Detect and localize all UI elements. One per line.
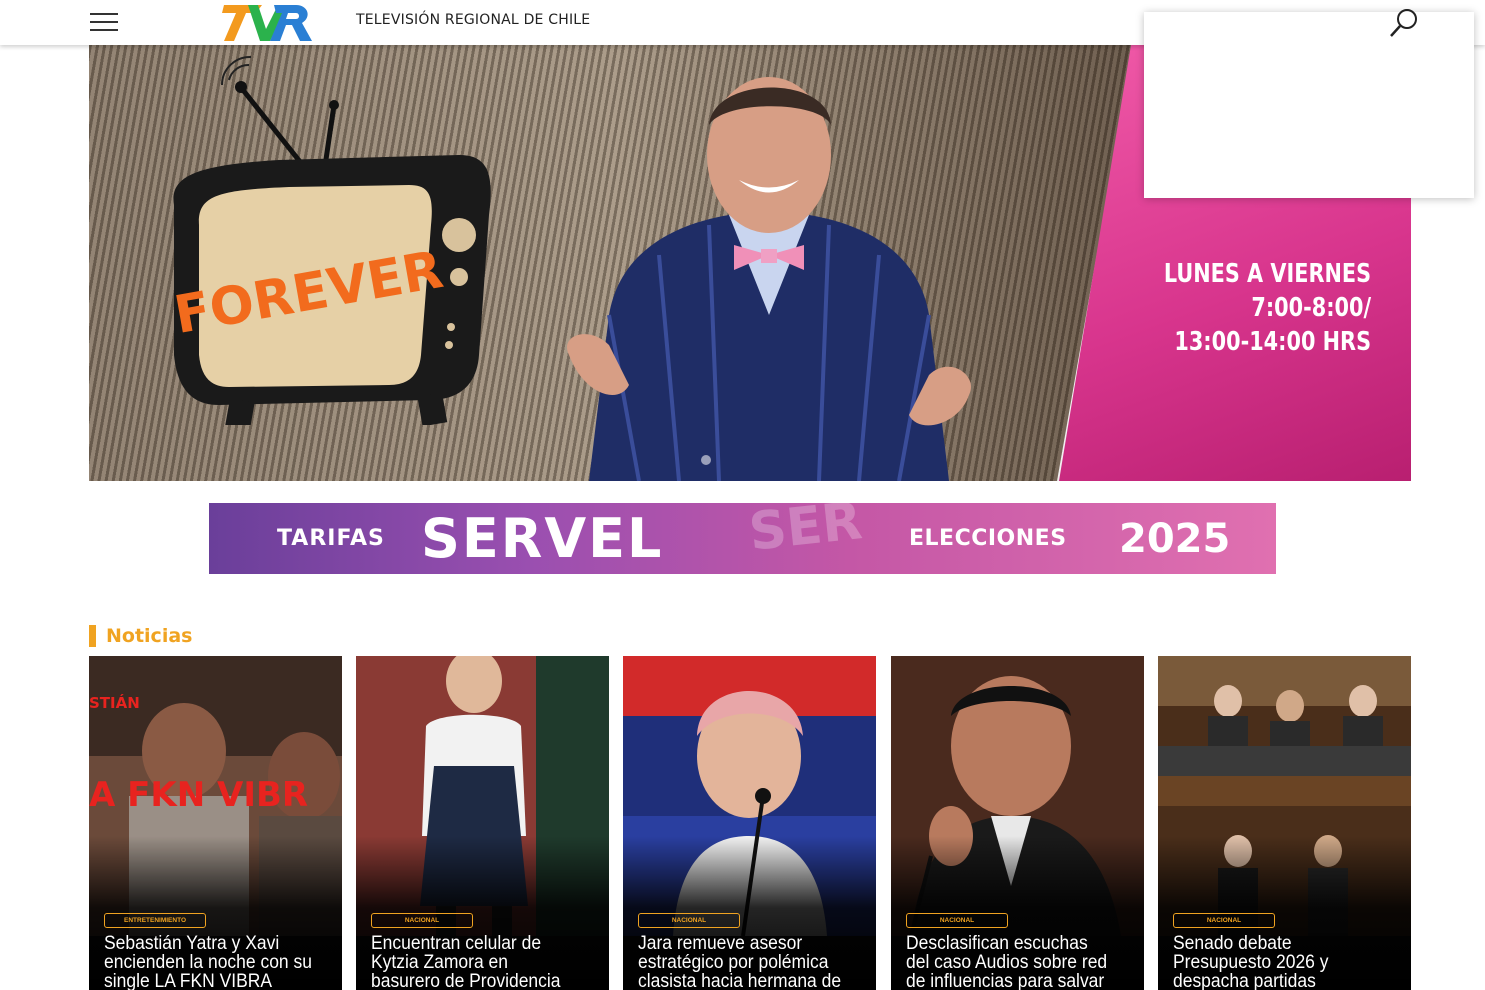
news-card-title[interactable]: Desclasifican escuchas del caso Audios s… (906, 934, 1116, 990)
schedule-morning: 7:00-8:00/ (1251, 293, 1371, 323)
category-badge[interactable]: NACIONAL (371, 913, 473, 928)
category-badge[interactable]: NACIONAL (906, 913, 1008, 928)
servel-banner[interactable]: SER TARIFAS SERVEL ELECCIONES 2025 (209, 503, 1276, 574)
host-photo (567, 77, 971, 481)
news-card[interactable]: A FKN VIBR STIÁN ENTRETENIMIENTO Sebasti… (89, 656, 342, 990)
banner-ghost-text: SER (746, 503, 865, 563)
site-title[interactable]: TELEVISIÓN REGIONAL DE CHILE (356, 12, 590, 28)
news-card[interactable]: NACIONAL Encuentran celular de Kytzia Za… (356, 656, 609, 990)
category-badge[interactable]: ENTRETENIMIENTO (104, 913, 206, 928)
banner-text-tarifas: TARIFAS (277, 526, 385, 551)
news-section-title: Noticias (106, 625, 193, 647)
slider-dot[interactable] (701, 455, 711, 465)
banner-text-servel: SERVEL (421, 507, 664, 570)
news-card[interactable]: NACIONAL Jara remueve asesor estratégico… (623, 656, 876, 990)
hamburger-menu-icon[interactable] (90, 13, 118, 33)
search-panel[interactable] (1144, 12, 1474, 198)
schedule-days: LUNES A VIERNES (1163, 259, 1371, 289)
svg-text:STIÁN: STIÁN (89, 693, 140, 712)
svg-text:A FKN VIBR: A FKN VIBR (89, 775, 308, 815)
news-card-title[interactable]: Encuentran celular de Kytzia Zamora en b… (371, 934, 581, 990)
tv-illustration: FOREVER (170, 55, 491, 425)
section-accent-bar (89, 625, 96, 647)
news-card[interactable]: NACIONAL Senado debate Presupuesto 2026 … (1158, 656, 1411, 990)
news-card[interactable]: NACIONAL Desclasifican escuchas del caso… (891, 656, 1144, 990)
hero-schedule: LUNES A VIERNES 7:00-8:00/ 13:00-14:00 H… (1164, 257, 1371, 359)
banner-text-year: 2025 (1119, 515, 1231, 562)
news-card-title[interactable]: Jara remueve asesor estratégico por polé… (638, 934, 848, 990)
search-icon[interactable] (1388, 7, 1420, 39)
schedule-afternoon: 13:00-14:00 HRS (1174, 327, 1371, 357)
news-card-title[interactable]: Sebastián Yatra y Xavi encienden la noch… (104, 934, 314, 990)
tvr-logo[interactable] (222, 1, 314, 43)
news-section-heading: Noticias (89, 624, 192, 648)
category-badge[interactable]: NACIONAL (1173, 913, 1275, 928)
news-card-title[interactable]: Senado debate Presupuesto 2026 y despach… (1173, 934, 1383, 990)
category-badge[interactable]: NACIONAL (638, 913, 740, 928)
banner-text-elecciones: ELECCIONES (909, 526, 1067, 551)
